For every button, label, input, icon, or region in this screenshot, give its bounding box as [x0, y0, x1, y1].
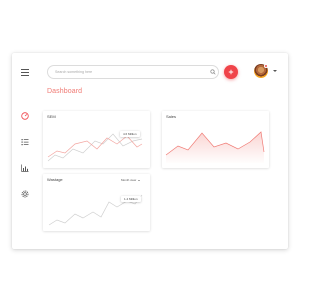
hamburger-menu-icon[interactable] — [21, 69, 29, 76]
wastage-line-chart — [48, 194, 143, 226]
plus-icon — [228, 69, 234, 75]
sem-card: SEM 4.6 Million — [43, 111, 150, 168]
wastage-card: Wastage Month view 1.4 Million — [43, 174, 150, 231]
notification-badge — [264, 64, 268, 68]
sem-tooltip: 4.6 Million — [120, 131, 140, 137]
gear-icon[interactable] — [20, 189, 30, 199]
add-button[interactable] — [224, 65, 238, 79]
search-icon[interactable] — [210, 69, 216, 75]
sales-card: Sales — [162, 111, 269, 168]
list-icon[interactable] — [20, 137, 30, 147]
sem-line-chart — [47, 133, 143, 162]
sales-area-chart — [165, 131, 265, 163]
bar-chart-icon[interactable] — [20, 163, 30, 173]
page-title: Dashboard — [47, 88, 83, 95]
dashboard-dial-icon[interactable] — [20, 111, 30, 121]
search-input[interactable] — [47, 65, 219, 79]
app-window: Dashboard SEM 4.6 Million Sales — [12, 53, 288, 249]
wastage-tooltip: 1.4 Million — [121, 196, 141, 202]
account-dropdown-caret-icon[interactable] — [273, 70, 277, 72]
